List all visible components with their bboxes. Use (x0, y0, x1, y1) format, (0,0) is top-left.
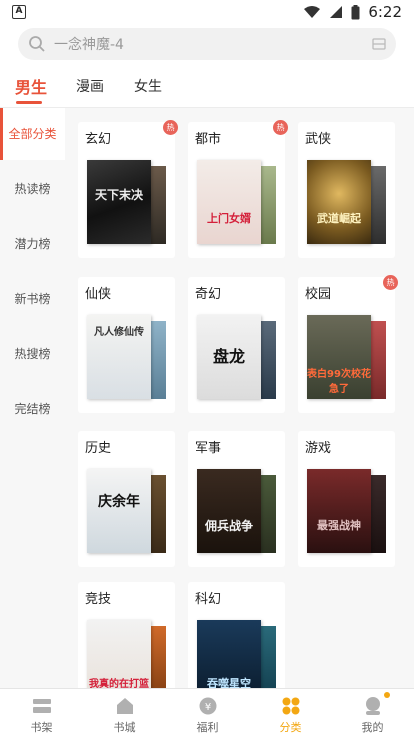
category-card-kehuan[interactable]: 科幻 吞噬星空 (188, 582, 285, 688)
category-name: 仙侠 (85, 287, 112, 302)
nav-label: 我的 (361, 721, 384, 734)
sidebar-item-hot-read[interactable]: 热读榜 (0, 163, 65, 215)
profile-icon (366, 697, 380, 715)
nav-label: 福利 (196, 721, 219, 734)
clock: 6:22 (368, 3, 402, 21)
book-cover: 武道崛起 (307, 160, 371, 244)
nav-label: 书城 (113, 721, 136, 734)
tab-male[interactable]: 男生 (15, 74, 47, 98)
notification-a-icon: A (12, 5, 26, 19)
category-icon (282, 697, 300, 715)
category-name: 奇幻 (195, 287, 222, 302)
book-cover: 我真的在打篮球 (87, 620, 151, 688)
nav-profile[interactable]: 我的 (331, 689, 414, 737)
sidebar-item-hot-search[interactable]: 热搜榜 (0, 328, 65, 380)
category-name: 游戏 (305, 441, 332, 456)
book-cover: 佣兵战争 (197, 469, 261, 553)
battery-icon (351, 4, 360, 19)
search-bar-area: 一念神魔-4 (0, 24, 414, 66)
category-card-dushi[interactable]: 都市 热 上门女婿 (188, 120, 288, 258)
search-icon (29, 36, 45, 52)
notification-dot (384, 692, 390, 698)
search-input[interactable]: 一念神魔-4 (18, 28, 396, 60)
hot-badge: 热 (163, 120, 178, 135)
sidebar-item-new-books[interactable]: 新书榜 (0, 273, 65, 325)
nav-category[interactable]: 分类 (249, 689, 332, 737)
sidebar-item-all-categories[interactable]: 全部分类 (0, 108, 65, 160)
category-card-xiaoyuan[interactable]: 校园 热 表白99次校花急了 (298, 275, 398, 413)
category-card-jingji[interactable]: 竞技 我真的在打篮球 (78, 582, 175, 688)
status-bar: A 6:22 (0, 0, 414, 24)
category-card-youxi[interactable]: 游戏 最强战神 (298, 431, 395, 567)
category-name: 竞技 (85, 592, 112, 607)
tab-female[interactable]: 女生 (134, 76, 162, 96)
category-card-xianxia[interactable]: 仙侠 凡人修仙传 (78, 277, 175, 413)
nav-bookstore[interactable]: 书城 (83, 689, 166, 737)
category-name: 武侠 (305, 132, 332, 147)
ranking-sidebar: 全部分类 热读榜 潜力榜 新书榜 热搜榜 完结榜 (0, 108, 65, 688)
bookstore-icon (117, 698, 133, 714)
hot-badge: 热 (383, 275, 398, 290)
category-card-qihuan[interactable]: 奇幻 盘龙 (188, 277, 285, 413)
nav-welfare[interactable]: ¥ 福利 (166, 689, 249, 737)
category-card-wuxia[interactable]: 武侠 武道崛起 (298, 122, 395, 258)
category-name: 都市 (195, 132, 222, 147)
category-name: 校园 (305, 287, 332, 302)
hot-badge: 热 (273, 120, 288, 135)
bookshelf-icon (33, 699, 51, 713)
book-cover: 盘龙 (197, 315, 261, 399)
wifi-icon (304, 6, 321, 18)
book-cover: 最强战神 (307, 469, 371, 553)
svg-text:¥: ¥ (205, 702, 211, 713)
book-cover: 凡人修仙传 (87, 315, 151, 399)
book-cover: 表白99次校花急了 (307, 315, 371, 399)
signal-icon (330, 6, 343, 18)
book-cover: 上门女婿 (197, 160, 261, 244)
search-placeholder: 一念神魔-4 (54, 37, 124, 53)
category-card-lishi[interactable]: 历史 庆余年 (78, 431, 175, 567)
gender-tabs: 男生 漫画 女生 (0, 66, 414, 108)
category-card-junshi[interactable]: 军事 佣兵战争 (188, 431, 285, 567)
nav-bookshelf[interactable]: 书架 (0, 689, 83, 737)
tab-comic[interactable]: 漫画 (76, 76, 104, 96)
category-name: 军事 (195, 441, 222, 456)
welfare-icon: ¥ (199, 697, 217, 715)
book-cover: 天下末决 (87, 160, 151, 244)
category-name: 玄幻 (85, 132, 112, 147)
category-card-xuanhuan[interactable]: 玄幻 热 天下末决 (78, 120, 178, 258)
nav-label: 书架 (30, 721, 53, 734)
book-cover: 庆余年 (87, 469, 151, 553)
category-page: A 6:22 一念神魔-4 男生 漫画 女生 全部分类 热读榜 潜力榜 新书榜 … (0, 0, 414, 737)
category-grid: 玄幻 热 天下末决 都市 热 上门女婿 武侠 武道崛起 仙侠 凡人修仙传 奇幻 … (65, 108, 414, 688)
sidebar-item-potential[interactable]: 潜力榜 (0, 218, 65, 270)
book-cover: 吞噬星空 (197, 620, 261, 688)
category-name: 科幻 (195, 592, 222, 607)
bottom-nav: 书架 书城 ¥ 福利 分类 我的 (0, 688, 414, 737)
active-tab-underline (16, 101, 42, 104)
scan-icon[interactable] (372, 37, 386, 51)
nav-label: 分类 (279, 721, 302, 734)
category-name: 历史 (85, 441, 112, 456)
sidebar-item-completed[interactable]: 完结榜 (0, 383, 65, 435)
